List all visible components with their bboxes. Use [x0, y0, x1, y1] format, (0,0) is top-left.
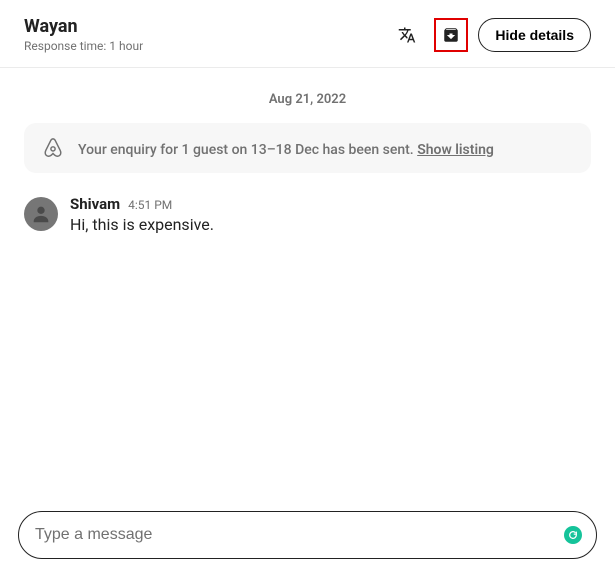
airbnb-logo-icon — [42, 137, 64, 159]
archive-icon — [442, 26, 460, 44]
grammarly-icon — [568, 530, 578, 540]
composer-wrap — [18, 511, 597, 559]
archive-button[interactable] — [438, 21, 464, 49]
translate-button[interactable] — [390, 18, 424, 52]
response-time: Response time: 1 hour — [24, 39, 143, 53]
chat-content: Aug 21, 2022 Your enquiry for 1 guest on… — [0, 68, 615, 234]
header-actions: Hide details — [390, 18, 591, 52]
message-row: Shivam 4:51 PM Hi, this is expensive. — [24, 195, 591, 234]
message-composer[interactable] — [18, 511, 597, 559]
show-listing-link[interactable]: Show listing — [417, 142, 494, 158]
message-input[interactable] — [35, 526, 552, 544]
hide-details-button[interactable]: Hide details — [478, 18, 591, 52]
enquiry-text: Your enquiry for 1 guest on 13–18 Dec ha… — [78, 142, 417, 158]
message-header: Shivam 4:51 PM — [70, 195, 214, 213]
person-icon — [30, 203, 52, 225]
date-separator: Aug 21, 2022 — [24, 82, 591, 123]
enquiry-banner: Your enquiry for 1 guest on 13–18 Dec ha… — [24, 123, 591, 173]
enquiry-text-wrap: Your enquiry for 1 guest on 13–18 Dec ha… — [78, 139, 494, 158]
host-name: Wayan — [24, 16, 143, 37]
translate-icon — [398, 26, 416, 44]
archive-highlight — [434, 18, 468, 52]
message-sender: Shivam — [70, 195, 120, 213]
chat-header: Wayan Response time: 1 hour Hide details — [0, 0, 615, 68]
message-body: Shivam 4:51 PM Hi, this is expensive. — [70, 195, 214, 234]
host-info: Wayan Response time: 1 hour — [24, 16, 143, 53]
message-time: 4:51 PM — [128, 198, 172, 212]
message-text: Hi, this is expensive. — [70, 215, 214, 234]
grammarly-badge[interactable] — [564, 526, 582, 544]
avatar[interactable] — [24, 197, 58, 231]
